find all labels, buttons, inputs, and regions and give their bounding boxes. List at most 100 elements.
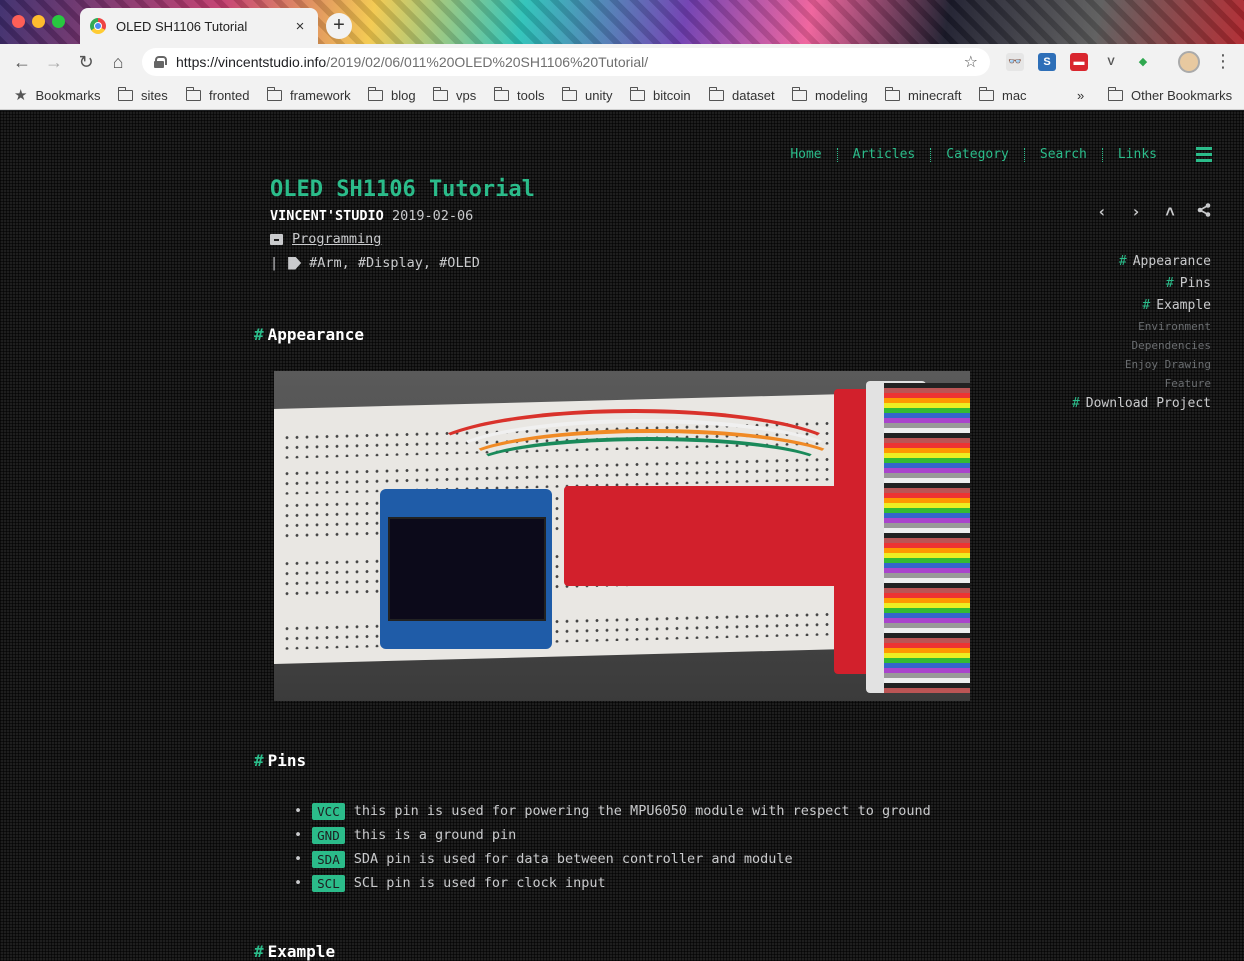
bookmarks-overflow-button[interactable]: » <box>1077 85 1084 105</box>
address-bar[interactable]: https://vincentstudio.info/2019/02/06/01… <box>142 48 990 76</box>
bookmark-folder-tools[interactable]: tools <box>493 85 545 105</box>
nav-search[interactable]: Search <box>1025 148 1103 162</box>
toc-item-dependencies[interactable]: Dependencies <box>1072 336 1211 355</box>
toc-item-example[interactable]: # Example <box>1072 295 1211 317</box>
bookmark-folder-label: mac <box>1002 87 1027 103</box>
bookmark-folder-dataset[interactable]: dataset <box>708 85 775 105</box>
post-meta: VINCENT'STUDIO 2019-02-06 <box>270 208 473 224</box>
tab-title: OLED SH1106 Tutorial <box>116 18 248 34</box>
post-date: 2019-02-06 <box>391 208 474 224</box>
post-author: VINCENT'STUDIO <box>270 208 384 224</box>
bookmark-folder-vps[interactable]: vps <box>432 85 477 105</box>
nav-home[interactable]: Home <box>775 148 838 162</box>
bookmark-folder-label: vps <box>456 87 477 103</box>
hamburger-menu-icon[interactable] <box>1196 147 1212 162</box>
folder-icon <box>117 86 133 101</box>
pin-code: SCL <box>312 874 345 892</box>
bookmark-folder-sites[interactable]: sites <box>117 85 168 105</box>
forward-arrow-icon[interactable]: → <box>42 50 66 74</box>
post-category-row: Programming <box>270 231 381 247</box>
toc-item-appearance[interactable]: # Appearance <box>1072 251 1211 273</box>
bookmark-folder-label: bitcoin <box>653 87 691 103</box>
browser-menu-icon[interactable]: ⋮ <box>1214 51 1232 73</box>
toc-item-feature[interactable]: Feature <box>1072 374 1211 393</box>
bookmark-folder-framework[interactable]: framework <box>266 85 351 105</box>
folder-icon <box>978 86 994 101</box>
toc-item-environment[interactable]: Environment <box>1072 317 1211 336</box>
post-tags[interactable]: #Arm, #Display, #OLED <box>309 255 480 271</box>
browser-tab-strip: OLED SH1106 Tutorial × + <box>0 0 1244 44</box>
list-item: VCC this pin is used for powering the MPU… <box>294 799 931 823</box>
bookmark-folder-label: dataset <box>732 87 775 103</box>
folder-icon <box>432 86 448 101</box>
folder-icon <box>884 86 900 101</box>
bookmark-folder-label: blog <box>391 87 416 103</box>
bookmark-folder-minecraft[interactable]: minecraft <box>884 85 962 105</box>
post-actions: ‹ › ˄ <box>1092 202 1214 222</box>
bookmark-folder-modeling[interactable]: modeling <box>791 85 868 105</box>
window-close-button[interactable] <box>12 15 25 28</box>
tag-icon <box>288 256 302 270</box>
t-cobbler-board <box>564 486 854 586</box>
folder-icon <box>1107 86 1123 101</box>
bookmark-folder-label: tools <box>517 87 545 103</box>
folder-icon <box>493 86 509 101</box>
browser-tab-active[interactable]: OLED SH1106 Tutorial × <box>80 8 318 44</box>
pins-list: VCC this pin is used for powering the MPU… <box>294 799 931 895</box>
bookmark-folder-label: framework <box>290 87 351 103</box>
nav-articles[interactable]: Articles <box>838 148 932 162</box>
post-title: OLED SH1106 Tutorial <box>270 177 535 202</box>
list-item: SDA SDA pin is used for data between cont… <box>294 847 931 871</box>
window-minimize-button[interactable] <box>32 15 45 28</box>
bookmark-folder-label: minecraft <box>908 87 962 103</box>
window-zoom-button[interactable] <box>52 15 65 28</box>
home-icon[interactable]: ⌂ <box>106 50 130 74</box>
toc-item-download-project[interactable]: # Download Project <box>1072 393 1211 415</box>
other-bookmarks-folder[interactable]: Other Bookmarks <box>1107 85 1233 105</box>
profile-avatar[interactable] <box>1178 51 1200 73</box>
lock-icon <box>154 56 167 68</box>
list-item: SCL SCL pin is used for clock input <box>294 871 931 895</box>
heading-example: # Example <box>254 942 336 961</box>
back-to-top-icon[interactable]: ˄ <box>1160 202 1180 222</box>
heading-appearance: # Appearance <box>254 325 364 344</box>
bookmarks-bar: ★ Bookmarks sites fronted framework blog… <box>0 80 1244 110</box>
bookmark-folder-blog[interactable]: blog <box>367 85 416 105</box>
oled-screen <box>388 517 546 621</box>
back-arrow-icon[interactable]: ← <box>10 50 34 74</box>
bookmarks-label: Bookmarks <box>35 87 101 103</box>
folder-icon <box>708 86 724 101</box>
blog-page: Home Articles Category Search Links OLED… <box>0 111 1244 961</box>
pin-description: this is a ground pin <box>353 827 517 843</box>
tag-separator: | <box>270 255 279 271</box>
bookmark-folder-fronted[interactable]: fronted <box>185 85 249 105</box>
new-tab-button[interactable]: + <box>326 13 352 39</box>
pin-code: SDA <box>312 850 345 868</box>
share-icon[interactable] <box>1194 202 1214 222</box>
bookmarks-button[interactable]: ★ Bookmarks <box>14 85 100 105</box>
pin-description: SDA pin is used for data between control… <box>353 851 793 867</box>
bookmark-folder-unity[interactable]: unity <box>561 85 612 105</box>
site-nav: Home Articles Category Search Links <box>775 148 1172 162</box>
oled-module <box>380 489 552 649</box>
oled-breadboard-photo <box>274 371 970 701</box>
prev-post-icon[interactable]: ‹ <box>1092 202 1112 222</box>
nav-category[interactable]: Category <box>931 148 1025 162</box>
nav-links[interactable]: Links <box>1103 148 1172 162</box>
tab-close-icon[interactable]: × <box>292 18 308 35</box>
glasses-extension-icon[interactable]: 👓 <box>1006 53 1024 71</box>
bookmark-folder-mac[interactable]: mac <box>978 85 1027 105</box>
category-link[interactable]: Programming <box>292 231 381 247</box>
bookmark-folder-bitcoin[interactable]: bitcoin <box>629 85 691 105</box>
green-diamond-extension-icon[interactable]: ◆ <box>1134 53 1152 71</box>
reload-icon[interactable]: ↻ <box>74 50 98 74</box>
toc-item-pins[interactable]: # Pins <box>1072 273 1211 295</box>
bookmark-star-icon[interactable]: ☆ <box>964 52 978 72</box>
next-post-icon[interactable]: › <box>1126 202 1146 222</box>
red-extension-icon[interactable]: ▬ <box>1070 53 1088 71</box>
s-extension-icon[interactable]: S <box>1038 53 1056 71</box>
toc-item-enjoy-drawing[interactable]: Enjoy Drawing <box>1072 355 1211 374</box>
v-extension-icon[interactable]: V <box>1102 53 1120 71</box>
bookmark-folder-label: Other Bookmarks <box>1131 87 1233 103</box>
bookmark-folder-label: sites <box>141 87 168 103</box>
